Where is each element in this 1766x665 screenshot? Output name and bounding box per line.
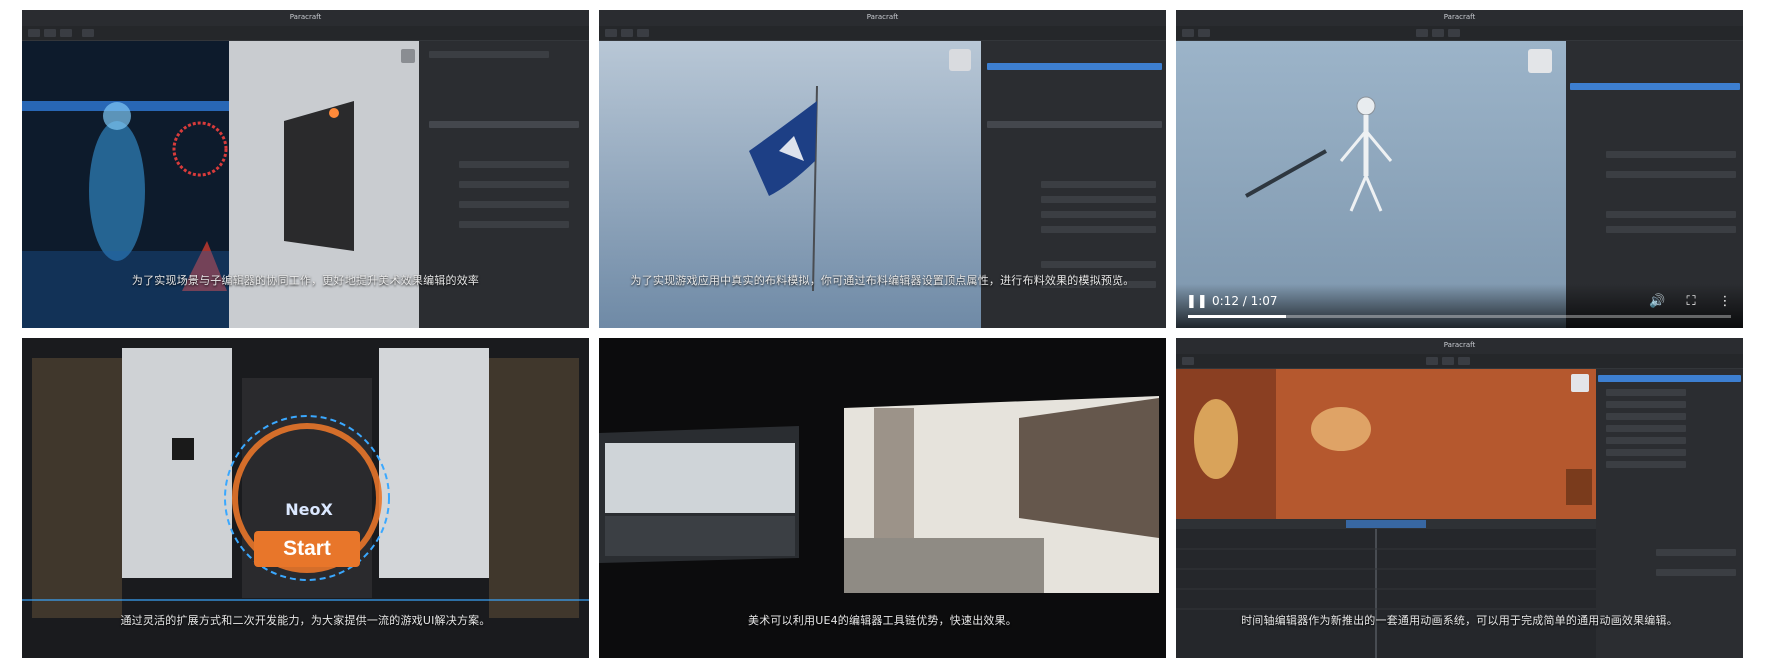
- subtitle: 时间轴编辑器作为新推出的一套通用动画系统，可以用于完成简单的通用动画效果编辑。: [1241, 614, 1678, 627]
- toolbar-button[interactable]: [1182, 357, 1194, 365]
- volume-icon[interactable]: 🔊: [1649, 294, 1665, 310]
- editor-toolbar: [1176, 26, 1743, 41]
- toolbar-button[interactable]: [82, 29, 94, 37]
- editor-screenshot-scene-subeditor: Paracraft 为了实现场景与子编辑器的协同工作，更好地提升美术效果编辑的效…: [22, 10, 589, 328]
- window-title: Paracraft: [1443, 341, 1476, 349]
- property-row[interactable]: [429, 51, 549, 58]
- window-titlebar: Paracraft: [22, 10, 589, 27]
- property-row[interactable]: [1606, 151, 1736, 158]
- tree-item[interactable]: [1606, 413, 1686, 420]
- property-row[interactable]: [1656, 569, 1736, 576]
- property-row[interactable]: [459, 181, 569, 188]
- editor-toolbar: [599, 26, 1166, 41]
- start-button[interactable]: Start: [254, 537, 360, 561]
- tree-item[interactable]: [1606, 449, 1686, 456]
- property-row[interactable]: [1606, 171, 1736, 178]
- video-controls-bar: ❚❚ 0:12 / 1:07 🔊 ⛶ ⋮: [1176, 284, 1743, 328]
- property-header: [429, 121, 579, 128]
- tree-item[interactable]: [1606, 389, 1686, 396]
- toolbar-button[interactable]: [1198, 29, 1210, 37]
- editor-screenshot-cloth-simulation: Paracraft 为了实现游戏应用中真实的布料模拟，你可通过布料编辑器设置顶点…: [599, 10, 1166, 328]
- tree-item[interactable]: [1606, 461, 1686, 468]
- toolbar-button[interactable]: [44, 29, 56, 37]
- property-header: [987, 121, 1162, 128]
- toolbar-button[interactable]: [1416, 29, 1428, 37]
- window-titlebar: Paracraft: [1176, 10, 1743, 27]
- window-title: Paracraft: [289, 13, 322, 21]
- window-title: Paracraft: [866, 13, 899, 21]
- property-row[interactable]: [1606, 211, 1736, 218]
- editor-toolbar: [1176, 354, 1743, 369]
- toolbar-button[interactable]: [1426, 357, 1438, 365]
- property-row[interactable]: [1041, 181, 1156, 188]
- subtitle: 通过灵活的扩展方式和二次开发能力，为大家提供一流的游戏UI解决方案。: [120, 614, 491, 627]
- pause-icon[interactable]: ❚❚: [1186, 294, 1208, 310]
- property-row[interactable]: [1041, 261, 1156, 268]
- property-row[interactable]: [459, 161, 569, 168]
- toolbar-button[interactable]: [637, 29, 649, 37]
- toolbar-button[interactable]: [28, 29, 40, 37]
- editor-toolbar: [22, 26, 589, 41]
- more-vertical-icon[interactable]: ⋮: [1717, 294, 1733, 310]
- game-ui-start-screen: NeoX Start 通过灵活的扩展方式和二次开发能力，为大家提供一流的游戏UI…: [22, 338, 589, 658]
- video-time-display: 0:12 / 1:07: [1212, 294, 1278, 308]
- game-logo-text: NeoX: [285, 500, 333, 519]
- window-titlebar: Paracraft: [599, 10, 1166, 27]
- property-row[interactable]: [1606, 226, 1736, 233]
- toolbar-button[interactable]: [1448, 29, 1460, 37]
- timeline-track-area[interactable]: [1176, 519, 1596, 658]
- window-title: Paracraft: [1443, 13, 1476, 21]
- tree-item[interactable]: [1606, 401, 1686, 408]
- game-ui-scene: [22, 338, 589, 658]
- subtitle: 为了实现场景与子编辑器的协同工作，更好地提升美术效果编辑的效率: [131, 274, 480, 287]
- toolbar-button[interactable]: [60, 29, 72, 37]
- property-row[interactable]: [459, 201, 569, 208]
- subtitle: 美术可以利用UE4的编辑器工具链优势，快速出效果。: [748, 614, 1017, 627]
- toolbar-button[interactable]: [1432, 29, 1444, 37]
- toolbar-button[interactable]: [605, 29, 617, 37]
- property-row[interactable]: [1041, 196, 1156, 203]
- selected-tree-item[interactable]: [987, 63, 1162, 70]
- selected-tree-item[interactable]: [1598, 375, 1741, 382]
- property-row[interactable]: [1041, 211, 1156, 218]
- window-titlebar: Paracraft: [1176, 338, 1743, 355]
- selected-tree-item[interactable]: [1570, 83, 1740, 90]
- toolbar-button[interactable]: [621, 29, 633, 37]
- monitor-scene: [599, 338, 1166, 658]
- tree-item[interactable]: [1606, 437, 1686, 444]
- editor-screenshot-timeline: Paracraft 时间轴编辑器作为新推出的一套通用动画系统，可以用于完成简单的…: [1176, 338, 1743, 658]
- property-row[interactable]: [1041, 226, 1156, 233]
- ue4-editor-photo: 美术可以利用UE4的编辑器工具链优势，快速出效果。: [599, 338, 1166, 658]
- tree-item[interactable]: [1606, 425, 1686, 432]
- property-row[interactable]: [1656, 549, 1736, 556]
- toolbar-button[interactable]: [1442, 357, 1454, 365]
- toolbar-button[interactable]: [1182, 29, 1194, 37]
- fullscreen-icon[interactable]: ⛶: [1683, 294, 1699, 310]
- subtitle: 为了实现游戏应用中真实的布料模拟，你可通过布料编辑器设置顶点属性，进行布料效果的…: [630, 274, 1135, 287]
- timeline-viewport[interactable]: [1176, 369, 1596, 519]
- video-progress-fill: [1188, 315, 1286, 318]
- property-row[interactable]: [459, 221, 569, 228]
- toolbar-button[interactable]: [1458, 357, 1470, 365]
- video-player-skeleton-animation: Paracraft ❚❚ 0:12 / 1:07 🔊 ⛶ ⋮: [1176, 10, 1743, 328]
- video-progress-bar[interactable]: [1188, 315, 1731, 318]
